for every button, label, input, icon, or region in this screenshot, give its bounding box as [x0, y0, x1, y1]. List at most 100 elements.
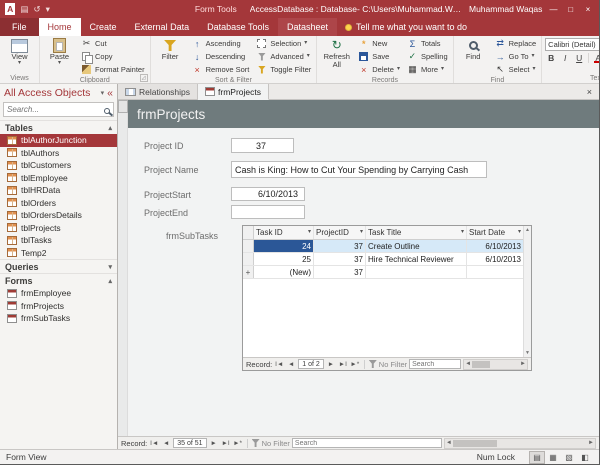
cell-start-date[interactable]: 6/10/2013 [467, 240, 523, 252]
scroll-left-icon[interactable]: ◄ [446, 440, 452, 446]
new-record-button[interactable]: * New [356, 37, 402, 50]
new-record-button[interactable]: ►* [350, 359, 360, 370]
previous-record-button[interactable]: ◄ [286, 359, 296, 370]
form-search-box[interactable] [292, 438, 442, 448]
new-row-selector[interactable]: + [243, 266, 254, 278]
sidebar-item-tblCustomers[interactable]: tblCustomers [0, 159, 117, 172]
select-button[interactable]: ↖ Select ▾ [493, 63, 539, 76]
layout-view-button[interactable]: ▧ [561, 451, 577, 464]
sidebar-item-tblHRData[interactable]: tblHRData [0, 184, 117, 197]
sidebar-item-frmProjects[interactable]: frmProjects [0, 300, 117, 313]
previous-record-button[interactable]: ◄ [161, 438, 171, 449]
cell-task-id[interactable]: (New) [254, 266, 314, 278]
filter-button[interactable]: Filter [154, 37, 187, 61]
subform-horizontal-scrollbar[interactable]: ◄ ► [463, 359, 528, 370]
sidebar-item-Temp2[interactable]: Temp2 [0, 247, 117, 260]
new-record-button[interactable]: ►* [233, 438, 243, 449]
datasheet-view-button[interactable]: ▦ [545, 451, 561, 464]
filter-status[interactable]: No Filter [252, 439, 290, 448]
navigation-search-input[interactable] [7, 105, 102, 114]
maximize-button[interactable]: □ [565, 5, 577, 14]
refresh-all-button[interactable]: ↻ Refresh All [320, 37, 353, 70]
font-name-combo[interactable]: Calibri (Detail) ▾ [545, 38, 599, 51]
cell-task-title[interactable] [366, 266, 467, 278]
subform-search-input[interactable] [412, 361, 458, 368]
datasheet-corner-selector[interactable] [243, 226, 254, 239]
tab-external-data[interactable]: External Data [126, 18, 199, 36]
paste-button[interactable]: Paste ▾ [43, 37, 76, 66]
toggle-filter-button[interactable]: Toggle Filter [254, 63, 313, 76]
cell-projectid[interactable]: 37 [314, 240, 366, 252]
next-record-button[interactable]: ► [326, 359, 336, 370]
save-icon[interactable]: ▤ [20, 4, 28, 15]
bold-button[interactable]: B [545, 52, 557, 64]
sidebar-item-tblAuthors[interactable]: tblAuthors [0, 147, 117, 160]
scroll-right-icon[interactable]: ► [588, 440, 594, 446]
sidebar-item-frmEmployee[interactable]: frmEmployee [0, 287, 117, 300]
remove-sort-button[interactable]: × Remove Sort [190, 63, 252, 76]
sort-filter-arrow-icon[interactable]: ▾ [360, 230, 363, 235]
cell-task-id[interactable]: 24 [254, 240, 314, 252]
scrollbar-thumb[interactable] [453, 440, 497, 447]
subform-vertical-scrollbar[interactable]: ▲ ▼ [523, 226, 531, 357]
cell-start-date[interactable]: 6/10/2013 [467, 253, 523, 265]
form-horizontal-scrollbar[interactable]: ◄ ► [444, 438, 596, 449]
column-header-start-date[interactable]: Start Date ▾ [467, 226, 523, 239]
scroll-down-icon[interactable]: ▼ [525, 350, 530, 356]
more-button[interactable]: ▦ More ▾ [405, 63, 450, 76]
sidebar-item-tblAuthorJunction[interactable]: tblAuthorJunction [0, 134, 117, 147]
row-selector[interactable] [243, 253, 254, 265]
row-selector[interactable] [243, 240, 254, 252]
format-painter-button[interactable]: Format Painter [79, 63, 147, 76]
project-start-field[interactable]: 6/10/2013 [231, 187, 305, 201]
filter-status[interactable]: No Filter [369, 360, 407, 369]
sidebar-item-tblTasks[interactable]: tblTasks [0, 234, 117, 247]
replace-button[interactable]: ⇄ Replace [493, 37, 539, 50]
underline-button[interactable]: U [573, 52, 585, 64]
spelling-button[interactable]: ✓ Spelling [405, 50, 450, 63]
sidebar-item-frmSubTasks[interactable]: frmSubTasks [0, 312, 117, 325]
last-record-button[interactable]: ►I [338, 359, 348, 370]
form-record-selector[interactable] [118, 100, 128, 113]
advanced-button[interactable]: Advanced ▾ [254, 50, 313, 63]
subform-search-box[interactable] [409, 359, 461, 369]
scroll-up-icon[interactable]: ▲ [525, 227, 530, 233]
cell-task-title[interactable]: Create Outline [366, 240, 467, 252]
scroll-left-icon[interactable]: ◄ [465, 361, 471, 367]
cell-projectid[interactable]: 37 [314, 253, 366, 265]
clipboard-dialog-launcher-icon[interactable]: ◿ [140, 74, 148, 82]
shutter-bar-icon[interactable]: « [107, 87, 113, 99]
scrollbar-thumb[interactable] [472, 361, 490, 368]
project-id-field[interactable]: 37 [231, 138, 294, 153]
tell-me-box[interactable]: Tell me what you want to do [337, 18, 475, 36]
font-color-button[interactable]: A [592, 52, 599, 64]
last-record-button[interactable]: ►I [221, 438, 231, 449]
project-end-field[interactable] [231, 205, 305, 219]
tab-create[interactable]: Create [81, 18, 126, 36]
doc-tab-relationships[interactable]: Relationships [118, 84, 198, 99]
column-header-task-id[interactable]: Task ID ▾ [254, 226, 314, 239]
first-record-button[interactable]: I◄ [149, 438, 159, 449]
column-header-projectid[interactable]: ProjectID ▾ [314, 226, 366, 239]
tab-home[interactable]: Home [39, 18, 81, 36]
selection-button[interactable]: Selection ▾ [254, 37, 313, 50]
copy-button[interactable]: Copy [79, 50, 147, 63]
user-name[interactable]: Muhammad Waqas [469, 4, 542, 14]
close-button[interactable]: × [582, 5, 594, 14]
group-header-tables[interactable]: Tables ▴ [0, 120, 117, 134]
minimize-button[interactable]: — [547, 5, 559, 14]
save-record-button[interactable]: Save [356, 50, 402, 63]
tab-database-tools[interactable]: Database Tools [198, 18, 278, 36]
form-search-input[interactable] [295, 440, 439, 447]
find-button[interactable]: Find [457, 37, 490, 61]
italic-button[interactable]: I [559, 52, 571, 64]
cell-task-title[interactable]: Hire Technical Reviewer [366, 253, 467, 265]
delete-button[interactable]: × Delete ▾ [356, 63, 402, 76]
close-document-button[interactable]: × [580, 84, 599, 99]
chevron-down-icon[interactable]: ▾ [101, 89, 105, 97]
sidebar-item-tblOrdersDetails[interactable]: tblOrdersDetails [0, 209, 117, 222]
navigation-pane-header[interactable]: All Access Objects ▾ « [0, 84, 117, 101]
column-header-task-title[interactable]: Task Title ▾ [366, 226, 467, 239]
cut-button[interactable]: ✂ Cut [79, 37, 147, 50]
quick-access-dropdown-icon[interactable]: ▾ [46, 4, 50, 15]
